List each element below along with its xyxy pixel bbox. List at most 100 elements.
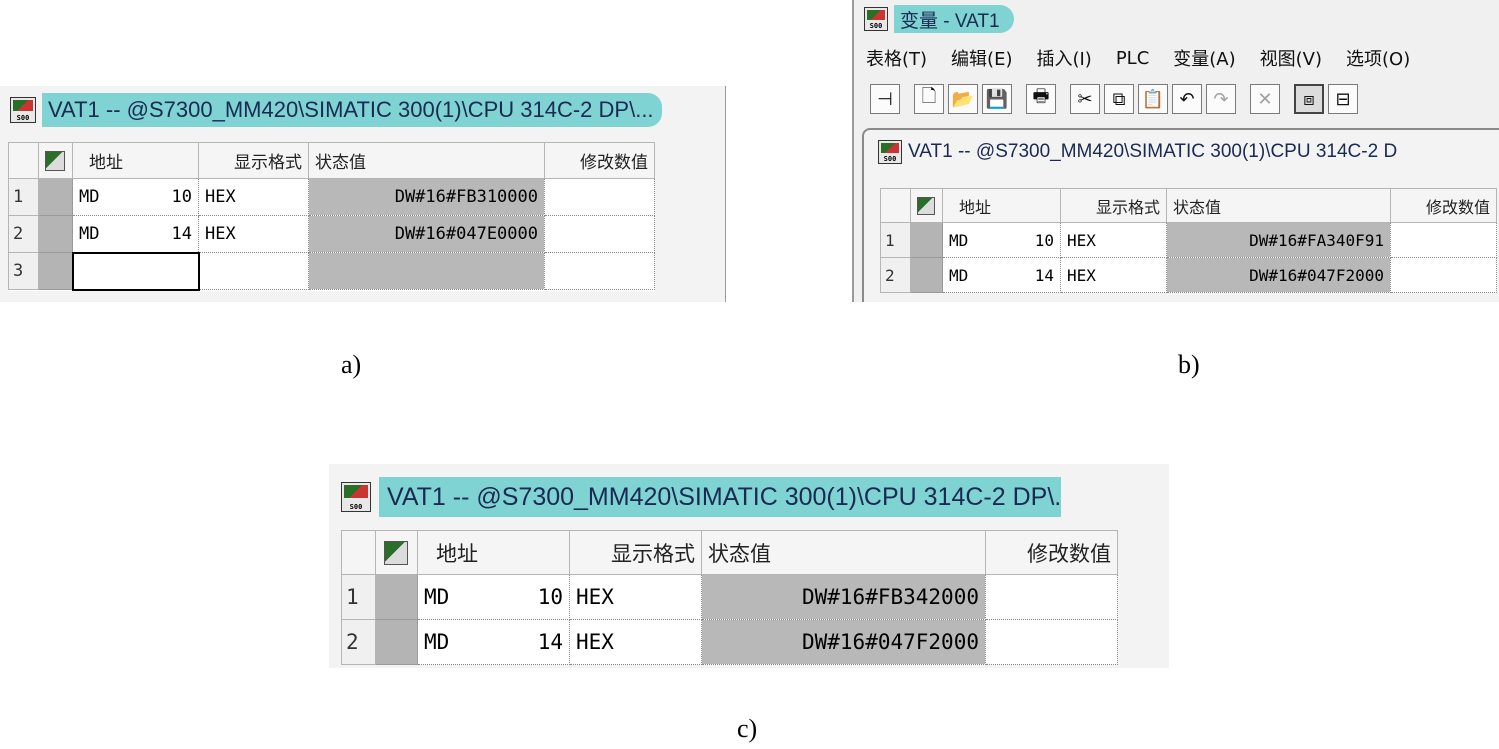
address-cell[interactable]: MD 14 — [72, 215, 199, 253]
row-number[interactable]: 1 — [880, 222, 911, 258]
column-header-modify[interactable]: 修改数值 — [544, 142, 655, 179]
row-gutter — [38, 178, 73, 216]
monitor-icon[interactable]: ⧈ — [1294, 84, 1324, 114]
modify-value-cell[interactable] — [985, 574, 1118, 620]
format-cell[interactable]: HEX — [569, 574, 702, 620]
app-title: 变量 - VAT1 — [894, 5, 1014, 33]
print-icon[interactable]: 🖶 — [1026, 84, 1056, 114]
menu-edit[interactable]: 编辑(E) — [939, 45, 1024, 71]
row-gutter — [38, 252, 73, 290]
paste-icon[interactable]: 📋 — [1138, 84, 1168, 114]
simatic-app-icon — [864, 7, 888, 31]
row-gutter — [910, 257, 943, 293]
column-header-format[interactable]: 显示格式 — [1060, 188, 1167, 223]
address-cell[interactable]: MD 14 — [942, 257, 1061, 293]
redo-icon[interactable]: ↷ — [1206, 84, 1236, 114]
pin-icon[interactable]: ⊣ — [870, 84, 900, 114]
vat-subwindow: VAT1 -- @S7300_MM420\SIMATIC 300(1)\CPU … — [862, 128, 1499, 302]
format-cell[interactable]: HEX — [1060, 257, 1167, 293]
table-row[interactable]: 1 MD 10 HEX DW#16#FB310000 — [8, 178, 655, 216]
status-value-cell: DW#16#FB310000 — [308, 178, 545, 216]
column-symbol-header[interactable] — [38, 142, 73, 179]
operand: MD — [79, 187, 100, 207]
table-row[interactable]: 2 MD 14 HEX DW#16#047E0000 — [8, 215, 655, 253]
address-cell[interactable]: MD 10 — [72, 178, 199, 216]
menu-options[interactable]: 选项(O) — [1334, 45, 1422, 71]
app-titlebar[interactable]: 变量 - VAT1 — [854, 2, 1499, 36]
vat-titlebar-a[interactable]: VAT1 -- @S7300_MM420\SIMATIC 300(1)\CPU … — [0, 90, 725, 130]
menu-table[interactable]: 表格(T) — [854, 45, 939, 71]
column-header-status[interactable]: 状态值 — [1166, 188, 1391, 223]
row-number[interactable]: 2 — [341, 619, 376, 665]
column-header-modify[interactable]: 修改数值 — [1390, 188, 1497, 223]
column-header-format[interactable]: 显示格式 — [198, 142, 309, 179]
undo-icon[interactable]: ↶ — [1172, 84, 1202, 114]
vat-window-c: VAT1 -- @S7300_MM420\SIMATIC 300(1)\CPU … — [329, 464, 1169, 668]
caption-c: c) — [737, 714, 758, 743]
address-cell[interactable]: MD 10 — [942, 222, 1061, 258]
caption-b: b) — [1178, 350, 1200, 379]
simatic-app-icon — [878, 140, 902, 164]
status-value-cell: DW#16#047F2000 — [1166, 257, 1391, 293]
connect-icon[interactable]: ⊟ — [1328, 84, 1358, 114]
modify-value-cell[interactable] — [544, 215, 655, 253]
row-number[interactable]: 1 — [341, 574, 376, 620]
row-number[interactable]: 2 — [8, 215, 39, 253]
status-value-cell: DW#16#047E0000 — [308, 215, 545, 253]
variable-table-a: 地址 显示格式 状态值 修改数值 1 MD 10 HEX DW#16#FB3100… — [8, 142, 655, 291]
row-number[interactable]: 1 — [8, 178, 39, 216]
new-icon[interactable]: 🗋 — [914, 84, 944, 114]
table-row[interactable]: 1 MD 10 HEX DW#16#FB342000 — [341, 574, 1118, 620]
format-cell[interactable]: HEX — [569, 619, 702, 665]
modify-value-cell[interactable] — [1390, 222, 1497, 258]
format-cell[interactable]: HEX — [1060, 222, 1167, 258]
address-number: 10 — [1034, 230, 1054, 250]
corner-header[interactable] — [880, 188, 911, 223]
copy-icon[interactable]: ⧉ — [1104, 84, 1134, 114]
menu-variable[interactable]: 变量(A) — [1161, 45, 1247, 71]
row-gutter — [38, 215, 73, 253]
address-cell[interactable]: MD 14 — [417, 619, 570, 665]
column-header-address[interactable]: 地址 — [72, 142, 199, 179]
column-header-address[interactable]: 地址 — [417, 530, 570, 575]
modify-value-cell[interactable] — [544, 252, 655, 290]
corner-header[interactable] — [341, 530, 376, 575]
column-header-address[interactable]: 地址 — [942, 188, 1061, 223]
table-row[interactable]: 2 MD 14 HEX DW#16#047F2000 — [341, 619, 1118, 665]
toolbar: ⊣ 🗋 📂 💾 🖶 ✂ ⧉ 📋 ↶ ↷ ✕ ⧈ ⊟ — [854, 78, 1499, 120]
vat-titlebar-c[interactable]: VAT1 -- @S7300_MM420\SIMATIC 300(1)\CPU … — [329, 474, 1169, 520]
selected-address-cell[interactable] — [71, 251, 200, 291]
table-row[interactable]: 3 — [8, 251, 655, 291]
status-value-cell: DW#16#047F2000 — [701, 619, 986, 665]
cut-icon[interactable]: ✂ — [1070, 84, 1100, 114]
row-number[interactable]: 2 — [880, 257, 911, 293]
format-cell[interactable] — [198, 252, 309, 290]
address-cell[interactable]: MD 10 — [417, 574, 570, 620]
menu-plc[interactable]: PLC — [1104, 48, 1161, 69]
vat-titlebar-b[interactable]: VAT1 -- @S7300_MM420\SIMATIC 300(1)\CPU … — [864, 136, 1499, 168]
format-cell[interactable]: HEX — [198, 215, 309, 253]
status-value-cell: DW#16#FA340F91 — [1166, 222, 1391, 258]
menu-view[interactable]: 视图(V) — [1248, 45, 1334, 71]
corner-header[interactable] — [8, 142, 39, 179]
delete-icon[interactable]: ✕ — [1250, 84, 1280, 114]
column-header-status[interactable]: 状态值 — [308, 142, 545, 179]
variable-table-b: 地址 显示格式 状态值 修改数值 1 MD 10 HEX DW#16#FA340F… — [880, 188, 1497, 293]
operand: MD — [424, 585, 450, 609]
menu-insert[interactable]: 插入(I) — [1024, 45, 1103, 71]
modify-value-cell[interactable] — [1390, 257, 1497, 293]
modify-value-cell[interactable] — [544, 178, 655, 216]
column-header-status[interactable]: 状态值 — [701, 530, 986, 575]
address-number: 10 — [171, 187, 192, 207]
row-number[interactable]: 3 — [8, 252, 39, 290]
format-cell[interactable]: HEX — [198, 178, 309, 216]
open-icon[interactable]: 📂 — [948, 84, 978, 114]
modify-value-cell[interactable] — [985, 619, 1118, 665]
save-icon[interactable]: 💾 — [982, 84, 1012, 114]
table-row[interactable]: 2 MD 14 HEX DW#16#047F2000 — [880, 257, 1497, 293]
column-symbol-header[interactable] — [910, 188, 943, 223]
column-header-format[interactable]: 显示格式 — [569, 530, 702, 575]
column-header-modify[interactable]: 修改数值 — [985, 530, 1118, 575]
column-symbol-header[interactable] — [375, 530, 418, 575]
table-row[interactable]: 1 MD 10 HEX DW#16#FA340F91 — [880, 222, 1497, 258]
